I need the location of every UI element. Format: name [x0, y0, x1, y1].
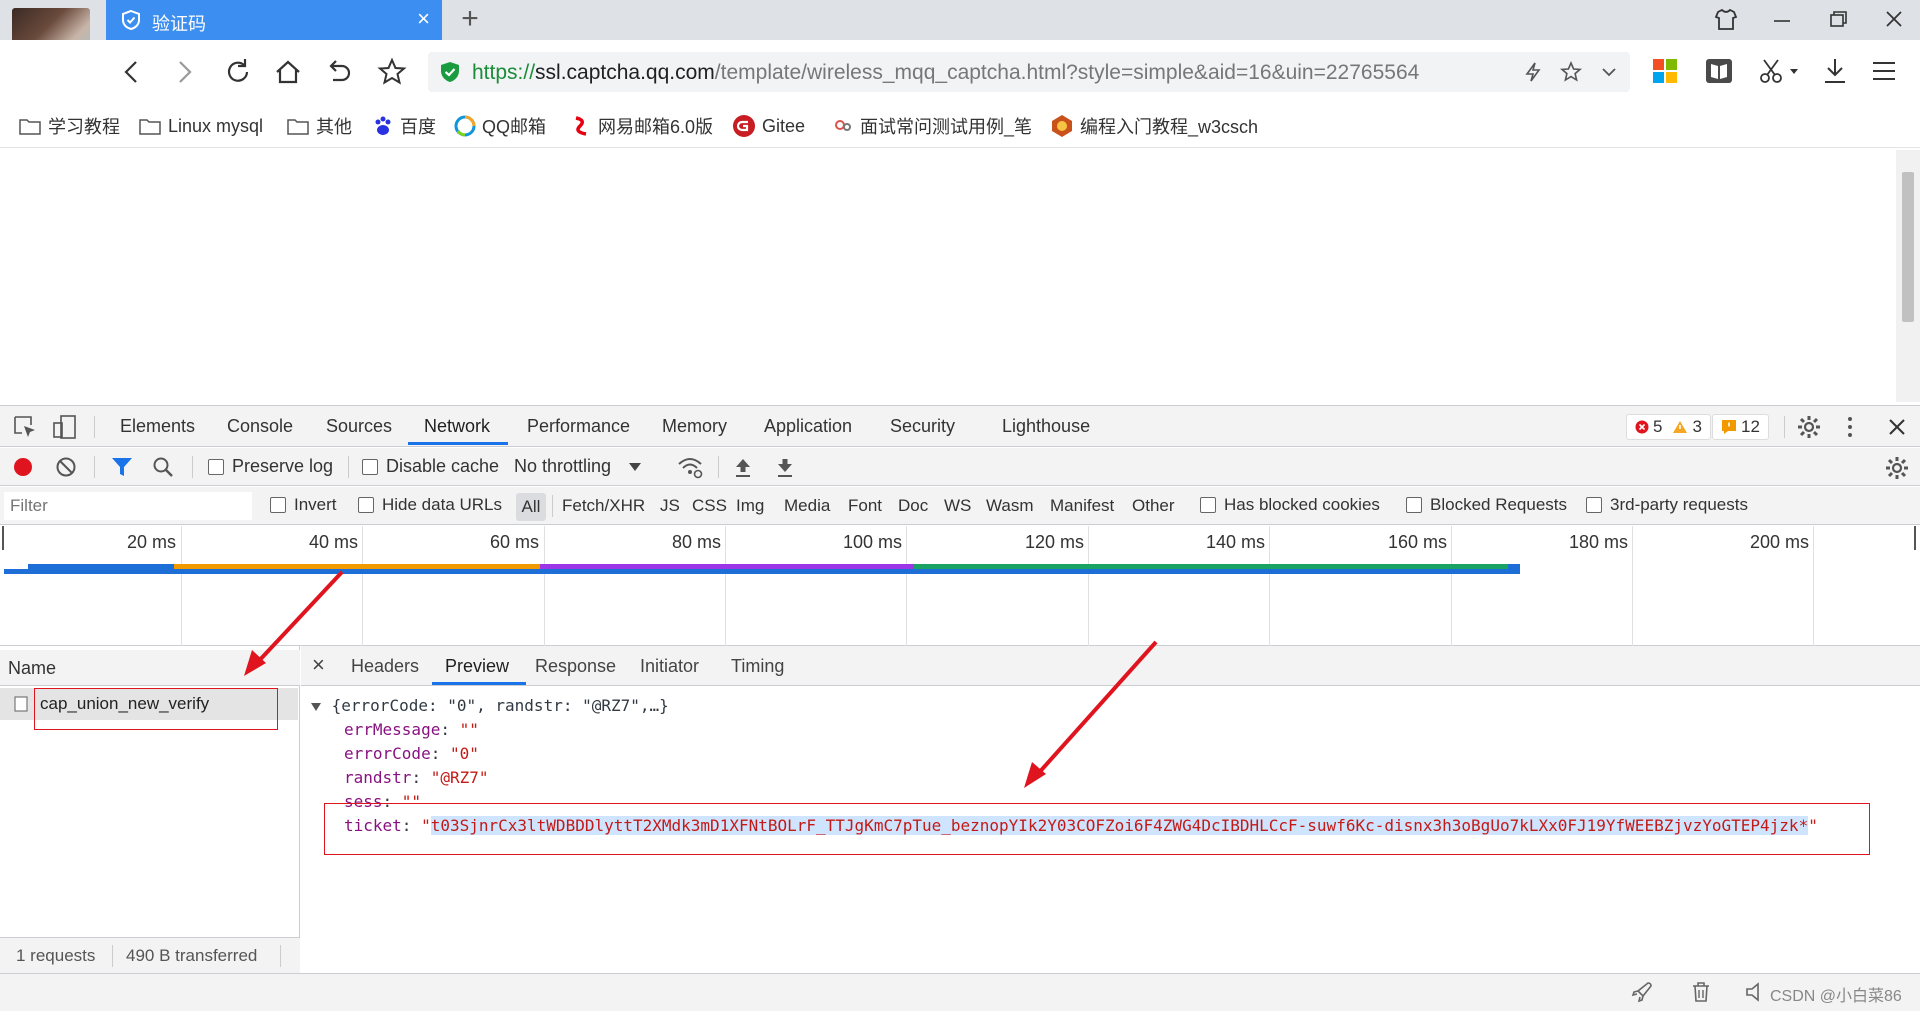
trash-icon[interactable] — [1690, 980, 1712, 1004]
rocket-icon[interactable] — [1630, 980, 1654, 1004]
annotation-arrow-request — [244, 570, 344, 676]
annotation-arrows — [244, 570, 1158, 788]
annotation-arrow-ticket — [1024, 640, 1158, 788]
watermark-text: CSDN @小白菜86 — [1770, 988, 1902, 1005]
speaker-icon[interactable] — [1744, 980, 1768, 1004]
